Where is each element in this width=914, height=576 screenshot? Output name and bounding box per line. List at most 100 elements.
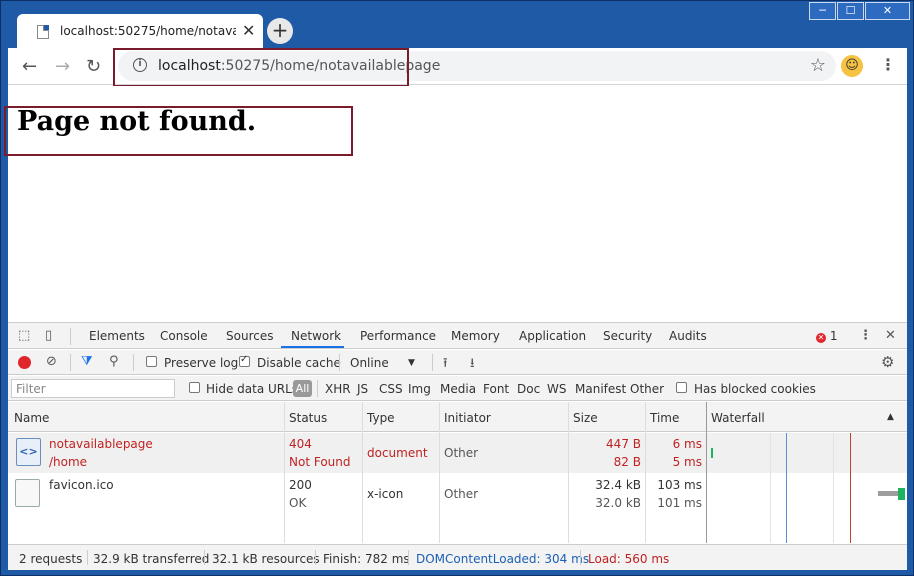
profile-avatar[interactable]: ☺ <box>841 55 863 77</box>
filter-other[interactable]: Other <box>630 382 664 396</box>
browser-tab[interactable]: localhost:50275/home/notavailablepage ✕ <box>17 14 263 48</box>
tab-memory[interactable]: Memory <box>451 329 500 343</box>
tab-console[interactable]: Console <box>160 329 208 343</box>
separator <box>204 550 205 565</box>
settings-gear-icon[interactable]: ⚙ <box>881 353 894 371</box>
filter-media[interactable]: Media <box>440 382 476 396</box>
filter-bar: Filter Hide data URLs All XHR JS CSS Img… <box>8 376 907 401</box>
separator <box>408 550 409 565</box>
search-icon[interactable]: ⚲ <box>109 354 119 369</box>
separator <box>133 354 134 371</box>
separator <box>70 328 71 345</box>
table-row[interactable]: <> notavailablepage /home 404 Not Found … <box>8 433 907 473</box>
separator <box>432 354 433 371</box>
filter-all-button[interactable]: All <box>293 380 312 397</box>
request-type: document <box>367 446 428 460</box>
browser-toolbar: ← → ↻ i localhost:50275/home/notavailabl… <box>8 48 907 87</box>
inspect-element-icon[interactable]: ⬚ <box>18 328 30 343</box>
export-har-icon[interactable]: ⭳ <box>470 354 475 376</box>
table-header: Name Status Type Initiator Size Time Wat… <box>8 402 907 432</box>
tab-security[interactable]: Security <box>603 329 652 343</box>
record-icon[interactable] <box>18 356 31 369</box>
browser-menu-icon[interactable]: ⋮ <box>880 55 896 74</box>
finish-time: Finish: 782 ms <box>323 552 410 566</box>
blocked-cookies-checkbox[interactable] <box>676 382 687 393</box>
throttle-chevron-down-icon[interactable]: ▼ <box>408 358 415 368</box>
column-time[interactable]: Time <box>650 411 679 425</box>
devtools-tab-bar: ⬚ ▯ Elements Console Sources Network Per… <box>8 323 907 349</box>
filter-font[interactable]: Font <box>483 382 509 396</box>
column-divider <box>568 402 569 543</box>
filter-input[interactable]: Filter <box>11 379 175 398</box>
column-size[interactable]: Size <box>573 411 598 425</box>
tab-sources[interactable]: Sources <box>226 329 273 343</box>
separator <box>70 354 71 371</box>
devtools-close-icon[interactable]: ✕ <box>885 328 896 343</box>
error-counter[interactable]: ✕ 1 <box>816 329 837 343</box>
filter-js[interactable]: JS <box>357 382 368 396</box>
load-time: Load: 560 ms <box>588 552 670 566</box>
column-name[interactable]: Name <box>14 411 49 425</box>
devtools-menu-icon[interactable]: ⋮ <box>859 328 872 343</box>
waterfall-bar-download <box>898 488 905 500</box>
error-icon: ✕ <box>816 333 826 343</box>
sort-ascending-icon[interactable]: ▲ <box>887 412 894 422</box>
reload-icon[interactable]: ↻ <box>86 56 101 77</box>
column-initiator[interactable]: Initiator <box>444 411 491 425</box>
device-toolbar-icon[interactable]: ▯ <box>45 328 52 343</box>
minimize-button[interactable]: ─ <box>809 2 836 20</box>
blocked-cookies-label: Has blocked cookies <box>694 382 816 396</box>
separator <box>580 550 581 565</box>
separator <box>339 354 340 371</box>
column-type[interactable]: Type <box>367 411 395 425</box>
request-time: 103 ms <box>657 478 702 492</box>
bookmark-star-icon[interactable]: ☆ <box>810 55 826 76</box>
request-status-text: OK <box>289 496 307 510</box>
tab-strip: localhost:50275/home/notavailablepage ✕ … <box>8 1 907 48</box>
request-name: notavailablepage <box>49 437 153 451</box>
preserve-log-checkbox[interactable] <box>146 356 157 367</box>
disable-cache-checkbox[interactable] <box>239 354 250 367</box>
resources-size: 32.1 kB resources <box>212 552 320 566</box>
tab-application[interactable]: Application <box>519 329 586 343</box>
error-count: 1 <box>829 329 838 343</box>
request-type: x-icon <box>367 487 404 501</box>
column-divider <box>645 402 646 543</box>
request-name: favicon.ico <box>49 478 114 492</box>
maximize-button[interactable]: ☐ <box>837 2 864 20</box>
network-toolbar: ⊘ ⧩ ⚲ Preserve log Disable cache Online … <box>8 350 907 375</box>
filter-css[interactable]: CSS <box>379 382 403 396</box>
column-waterfall[interactable]: Waterfall <box>711 411 765 425</box>
tab-network[interactable]: Network <box>291 329 341 343</box>
tab-performance[interactable]: Performance <box>360 329 436 343</box>
file-icon <box>15 479 40 507</box>
tab-close-icon[interactable]: ✕ <box>242 21 255 40</box>
filter-xhr[interactable]: XHR <box>325 382 351 396</box>
forward-icon[interactable]: → <box>55 56 70 77</box>
tab-elements[interactable]: Elements <box>89 329 145 343</box>
table-row[interactable]: favicon.ico 200 OK x-icon Other 32.4 kB … <box>8 474 907 514</box>
url-highlight-box <box>113 48 409 87</box>
filter-ws[interactable]: WS <box>547 382 566 396</box>
new-tab-button[interactable]: + <box>267 18 293 44</box>
dom-content-loaded-time: DOMContentLoaded: 304 ms <box>416 552 590 566</box>
hide-data-urls-checkbox[interactable] <box>189 382 200 393</box>
back-icon[interactable]: ← <box>22 56 37 77</box>
import-har-icon[interactable]: ⭱ <box>443 354 448 376</box>
column-status[interactable]: Status <box>289 411 327 425</box>
filter-icon[interactable]: ⧩ <box>81 354 93 369</box>
filter-doc[interactable]: Doc <box>517 382 540 396</box>
request-initiator: Other <box>444 446 479 460</box>
request-status: 200 <box>289 478 312 492</box>
separator <box>315 550 316 565</box>
request-highlight-box <box>4 106 353 156</box>
tab-audits[interactable]: Audits <box>669 329 707 343</box>
clear-icon[interactable]: ⊘ <box>46 354 57 369</box>
filter-img[interactable]: Img <box>408 382 431 396</box>
filter-manifest[interactable]: Manifest <box>575 382 626 396</box>
window-controls: ─ ☐ ✕ <box>809 2 910 22</box>
request-time: 6 ms <box>672 437 702 451</box>
throttle-select[interactable]: Online <box>350 356 389 370</box>
window-close-button[interactable]: ✕ <box>865 2 910 20</box>
waterfall-bar <box>711 448 713 458</box>
